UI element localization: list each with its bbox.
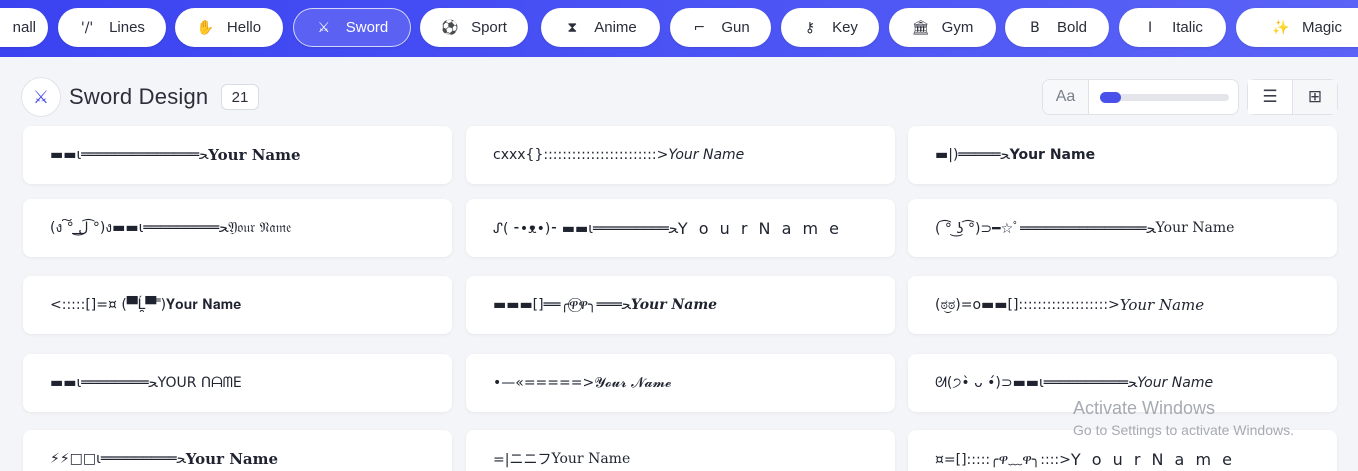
category-tab-nall[interactable]: nall	[0, 8, 48, 47]
design-name-text: Your Name	[1155, 220, 1235, 236]
activate-windows-subtitle: Go to Settings to activate Windows.	[1073, 422, 1294, 438]
sword-icon: ⚔	[317, 19, 331, 36]
design-symbols: =|ニニフ	[493, 452, 552, 468]
category-tab-label: Hello	[226, 19, 262, 36]
bold-icon: B	[1030, 19, 1040, 36]
category-tab-key[interactable]: ⚷ Key	[781, 8, 879, 47]
category-bar: nall '/' Lines ✋ Hello ⚔ Sword ⚽ Sport ⧗ Anime ⌐ Gun…	[0, 0, 1358, 57]
category-tab-italic[interactable]: I Italic	[1119, 8, 1226, 47]
design-card[interactable]: ᔑ( ⁃•ᴥ•)⁃ ▬▬ι═════════ﺤ Y o u r N a m e	[466, 199, 895, 257]
activate-windows-title: Activate Windows	[1073, 398, 1216, 418]
font-size-label: Aa	[1043, 80, 1089, 114]
design-name-text: 𝐘𝐨𝐮𝐫 𝐍𝐚𝐦𝐞	[166, 297, 242, 313]
font-size-slider[interactable]	[1100, 92, 1229, 103]
gym-icon: 🏛	[911, 19, 930, 36]
design-name-text: Y o u r N a m e	[1070, 449, 1235, 469]
section-title: Sword Design	[69, 84, 209, 109]
design-symbols: ▬▬ι════════ﺤ	[50, 375, 158, 391]
category-tab-label: Anime	[594, 19, 637, 36]
design-name-text: YOUR ՈᗩᗰE	[157, 375, 242, 391]
sword-icon: ⚔	[21, 77, 61, 117]
design-card[interactable]: cxxx{}::::::::::::::::::::::::> Your Name	[466, 126, 895, 184]
category-tab-label: Lines	[109, 19, 145, 36]
design-card[interactable]: <:::::[]=¤ (▀̿Ĺ̯▀̿ ̿) 𝐘𝐨𝐮𝐫 𝐍𝐚𝐦𝐞	[23, 276, 452, 334]
font-size-control: Aa	[1042, 79, 1239, 115]
category-tab-sport[interactable]: ⚽ Sport	[420, 8, 528, 47]
design-name-text: Your Name	[1119, 296, 1205, 314]
italic-icon: I	[1148, 19, 1153, 36]
category-tab-magic[interactable]: ✨ Magic	[1236, 8, 1358, 47]
key-icon: ⚷	[804, 19, 816, 36]
design-name-text: Y o u r N a m e	[677, 218, 842, 238]
design-symbols: ⚡⚡□□ι═════════ﺤ	[50, 451, 186, 467]
design-symbols: ¤=[]:::::╭ዋ﹏ዋ╮::::>	[935, 452, 1071, 468]
design-card[interactable]: ▬|)═════ﺤ Your Name	[908, 126, 1337, 184]
design-symbols: cxxx{}::::::::::::::::::::::::>	[493, 147, 669, 163]
design-name-text: Your Name	[551, 451, 631, 467]
category-tab-label: nall	[12, 19, 36, 36]
design-card[interactable]: •—«=====> 𝓨𝓸𝓾𝓻 𝓝𝓪𝓶𝓮	[466, 354, 895, 412]
design-symbols: (ಠ͜ಠ)=o▬▬[]:::::::::::::::::::>	[935, 297, 1120, 313]
design-count-badge: 21	[221, 84, 259, 110]
category-tab-label: Bold	[1056, 19, 1088, 36]
design-card[interactable]: ▬▬▬[]══╭ዋ⃝ዋ╮═══ﺤ Your Name	[466, 276, 895, 334]
design-card[interactable]: ▬▬ι══════════════ﺤ Your Name	[23, 126, 452, 184]
sport-icon: ⚽	[441, 19, 459, 36]
category-tab-label: Sport	[471, 19, 507, 36]
category-tab-label: Gym	[941, 19, 974, 36]
category-tab-sword[interactable]: ⚔ Sword	[293, 8, 411, 47]
design-card[interactable]: (ง ͠° ͟ل͜ ͡°)ง▬▬ι═════════ﺤ 𝔜𝔬𝔲𝔯 𝔑𝔞𝔪𝔢	[23, 199, 452, 257]
anime-icon: ⧗	[567, 19, 578, 36]
view-toggle: ☰ ⊞	[1247, 79, 1338, 115]
category-tab-hello[interactable]: ✋ Hello	[175, 8, 283, 47]
category-tab-lines[interactable]: '/' Lines	[58, 8, 166, 47]
list-view-icon[interactable]: ☰	[1248, 80, 1292, 114]
design-symbols: ▬|)═════ﺤ	[935, 147, 1010, 163]
design-card[interactable]: ▬▬ι════════ﺤ YOUR ՈᗩᗰE	[23, 354, 452, 412]
design-symbols: •—«=====>	[493, 375, 595, 391]
category-tab-gun[interactable]: ⌐ Gun	[670, 8, 771, 47]
category-tab-label: Italic	[1172, 19, 1203, 36]
design-symbols: ( ͡° ͜ʖ ͡°)⊃━☆ﾟ═══════════════ﺤ	[935, 221, 1156, 237]
design-name-text: Your Name	[1009, 147, 1096, 163]
category-tab-label: Sword	[345, 19, 389, 36]
design-name-text: 𝓨𝓸𝓾𝓻 𝓝𝓪𝓶𝓮	[594, 375, 672, 391]
design-symbols: ▬▬▬[]══╭ዋ⃝ዋ╮═══ﺤ	[493, 297, 631, 313]
design-name-text: Your Name	[630, 297, 718, 313]
design-name-text: Your Name	[668, 147, 745, 163]
design-name-text: Your Name	[1137, 375, 1214, 391]
design-name-text: 𝔜𝔬𝔲𝔯 𝔑𝔞𝔪𝔢	[228, 220, 292, 236]
hello-icon: ✋	[196, 19, 215, 36]
design-symbols: ▬▬ι══════════════ﺤ	[50, 147, 209, 163]
design-card[interactable]: =|ニニフ Your Name	[466, 430, 895, 471]
lines-icon: '/'	[80, 19, 94, 36]
design-card[interactable]: (ಠ͜ಠ)=o▬▬[]:::::::::::::::::::> Your Name	[908, 276, 1337, 334]
gun-icon: ⌐	[693, 19, 706, 36]
category-tab-bold[interactable]: B Bold	[1005, 8, 1109, 47]
magic-icon: ✨	[1271, 19, 1290, 36]
category-tab-label: Gun	[721, 19, 750, 36]
font-size-slider-handle[interactable]	[1100, 92, 1121, 103]
design-name-text: Your Name	[185, 450, 279, 468]
design-card[interactable]: ⚡⚡□□ι═════════ﺤ Your Name	[23, 430, 452, 471]
category-tab-anime[interactable]: ⧗ Anime	[541, 8, 660, 47]
design-symbols: <:::::[]=¤ (▀̿Ĺ̯▀̿ ̿)	[50, 297, 167, 313]
design-name-text: Your Name	[208, 146, 301, 164]
design-symbols: ᘛ(੭•̀ ᴗ •́)⊃▬▬ι══════════ﺤ	[935, 375, 1138, 391]
category-tab-gym[interactable]: 🏛 Gym	[889, 8, 996, 47]
grid-view-icon[interactable]: ⊞	[1292, 80, 1337, 114]
design-card[interactable]: ( ͡° ͜ʖ ͡°)⊃━☆ﾟ═══════════════ﺤ Your Name	[908, 199, 1337, 257]
design-symbols: ᔑ( ⁃•ᴥ•)⁃ ▬▬ι═════════ﺤ	[493, 220, 678, 237]
design-symbols: (ง ͠° ͟ل͜ ͡°)ง▬▬ι═════════ﺤ	[50, 220, 229, 236]
category-tab-label: Magic	[1301, 19, 1342, 36]
category-tab-label: Key	[832, 19, 858, 36]
